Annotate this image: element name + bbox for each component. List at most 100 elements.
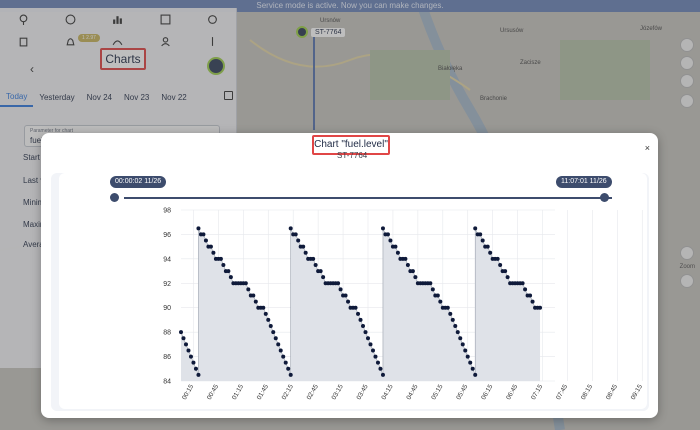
x-tick-label: 07:45 (555, 383, 569, 401)
data-point (485, 244, 490, 249)
data-point (445, 305, 450, 310)
data-point (523, 287, 528, 292)
data-point (368, 342, 373, 347)
data-point (296, 238, 301, 243)
data-point (196, 372, 201, 377)
data-point (278, 348, 283, 353)
x-tick-label: 00:15 (181, 383, 195, 401)
data-point (363, 330, 368, 335)
data-point (318, 269, 323, 274)
x-tick-label: 08:15 (580, 383, 594, 401)
data-point (455, 330, 460, 335)
data-point (193, 366, 198, 371)
y-tick-label: 88 (163, 330, 171, 337)
data-point (346, 299, 351, 304)
data-point (405, 262, 410, 267)
data-point (413, 275, 418, 280)
data-point (183, 342, 188, 347)
data-point (271, 330, 276, 335)
data-point (530, 299, 535, 304)
data-point (218, 256, 223, 261)
chart-modal: Chart "fuel.level" ST-7764 × 00:00:02 11… (41, 133, 658, 418)
data-point (453, 324, 458, 329)
data-point (450, 317, 455, 322)
data-point (321, 275, 326, 280)
x-tick-label: 09:15 (630, 383, 644, 401)
data-point (473, 372, 478, 377)
data-point (201, 232, 206, 237)
x-tick-label: 00:45 (206, 383, 220, 401)
data-point (228, 275, 233, 280)
chart-frame: 00:00:02 11/26 11:07:01 11/26 84 86 88 90 92… (51, 173, 649, 411)
data-point (488, 250, 493, 255)
x-tick-label: 08:45 (605, 383, 619, 401)
y-tick-label: 90 (163, 305, 171, 312)
data-point (311, 256, 316, 261)
data-point (336, 281, 341, 286)
data-point (520, 281, 525, 286)
data-point (263, 311, 268, 316)
x-tick-label: 02:15 (281, 383, 295, 401)
x-tick-label: 06:15 (480, 383, 494, 401)
y-tick-label: 98 (163, 208, 171, 215)
data-point (268, 324, 273, 329)
x-tick-label: 05:15 (430, 383, 444, 401)
data-point (276, 342, 281, 347)
data-point (186, 348, 191, 353)
data-point (179, 330, 183, 335)
fuel-level-chart: 84 86 88 90 92 94 96 98 00:15 00:45 01:15 01:45 02:1… (163, 208, 644, 402)
data-point (528, 293, 533, 298)
data-point (478, 232, 483, 237)
data-point (211, 250, 216, 255)
x-tick-label: 02:45 (306, 383, 320, 401)
chart-card: 00:00:02 11/26 11:07:01 11/26 84 86 88 90 92… (59, 173, 647, 409)
data-point (458, 336, 463, 341)
modal-subtitle: ST-7764 (337, 151, 368, 160)
data-point (480, 238, 485, 243)
data-point (253, 299, 258, 304)
data-point (286, 366, 291, 371)
data-point (468, 360, 473, 365)
x-tick-label: 06:45 (505, 383, 519, 401)
data-point (203, 238, 208, 243)
x-tick-label: 07:15 (530, 383, 544, 401)
data-point (313, 262, 318, 267)
close-icon[interactable]: × (645, 143, 650, 153)
data-point (373, 354, 378, 359)
data-point (358, 317, 363, 322)
series-area (181, 228, 541, 381)
data-point (188, 354, 193, 359)
data-point (261, 305, 266, 310)
data-point (465, 354, 470, 359)
y-tick-label: 96 (163, 232, 171, 239)
data-point (288, 372, 293, 377)
data-point (438, 299, 443, 304)
data-point (388, 238, 393, 243)
data-point (435, 293, 440, 298)
data-point (498, 262, 503, 267)
data-point (393, 244, 398, 249)
x-tick-label: 01:45 (256, 383, 270, 401)
data-point (301, 244, 306, 249)
x-tick-label: 05:45 (455, 383, 469, 401)
data-point (293, 232, 298, 237)
data-point (353, 305, 358, 310)
x-tick-label: 01:15 (231, 383, 245, 401)
x-tick-label: 04:45 (405, 383, 419, 401)
data-point (338, 287, 343, 292)
data-point (281, 354, 286, 359)
y-tick-label: 94 (163, 256, 171, 263)
x-tick-label: 03:15 (331, 383, 345, 401)
data-point (273, 336, 278, 341)
data-point (538, 305, 543, 310)
y-tick-label: 84 (163, 379, 171, 386)
data-point (370, 348, 375, 353)
data-point (303, 250, 308, 255)
data-point (375, 360, 380, 365)
data-point (283, 360, 288, 365)
data-point (470, 366, 475, 371)
data-point (380, 372, 385, 377)
data-point (385, 232, 390, 237)
data-point (266, 317, 271, 322)
data-point (181, 336, 186, 341)
